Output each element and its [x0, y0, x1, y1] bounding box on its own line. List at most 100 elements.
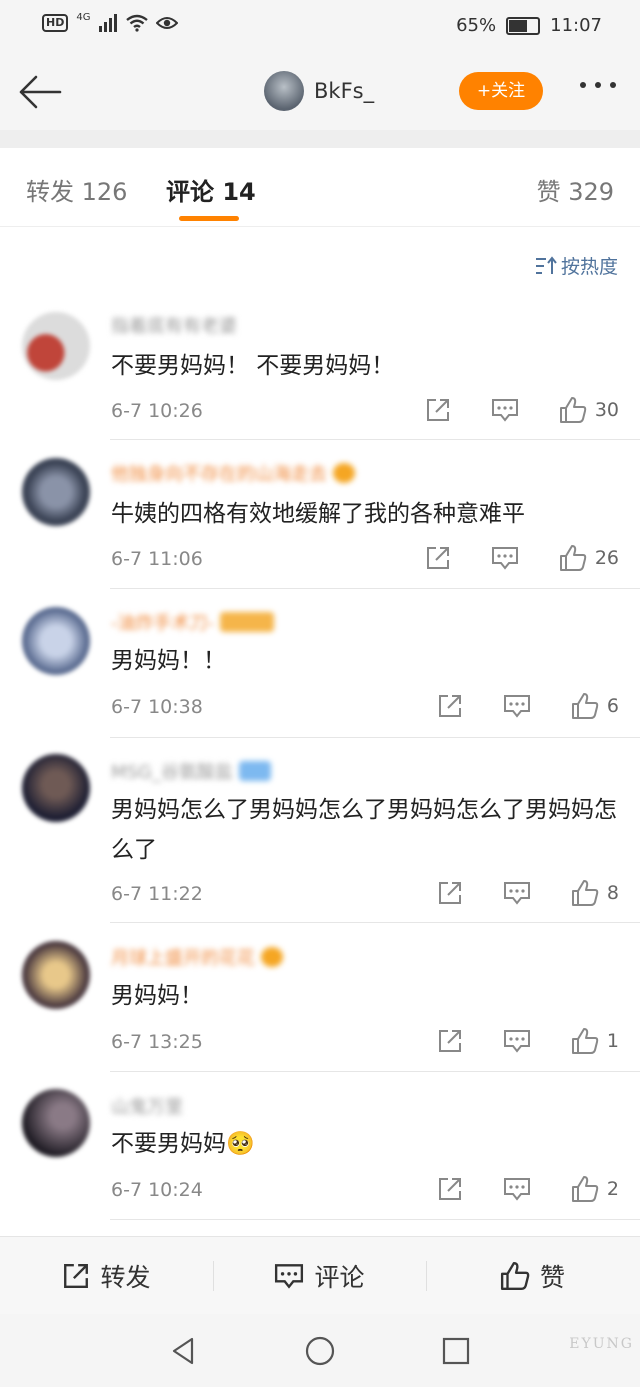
like-button[interactable]: 2: [571, 1175, 619, 1203]
reply-button[interactable]: [503, 880, 531, 906]
share-icon: [438, 1178, 461, 1200]
tab-reposts[interactable]: 转发 126: [26, 172, 127, 207]
like-count: 26: [594, 547, 619, 569]
thumbs-up-icon: [500, 1261, 530, 1291]
sort-icon: [535, 255, 557, 274]
back-button[interactable]: [18, 74, 62, 110]
clock: 11:07: [550, 15, 602, 36]
sort-by-hot-button[interactable]: 按热度: [535, 252, 618, 279]
thumbs-up-icon: [571, 1176, 599, 1202]
commenter-name[interactable]: -油炸手术刀-: [111, 609, 274, 635]
comment-icon: [503, 1030, 530, 1053]
more-dot-icon: [610, 82, 616, 88]
repost-button[interactable]: [437, 693, 463, 719]
like-button[interactable]: 8: [571, 879, 619, 907]
reply-button[interactable]: [503, 693, 531, 719]
status-bar: HD 4G 65% 11:07: [0, 0, 640, 54]
more-dot-icon: [595, 82, 601, 88]
comment-item: 他独身向不存在的山海走去 牛姨的四格有效地缓解了我的各种意难平 6-7 11:0…: [0, 454, 640, 588]
like-count: 1: [606, 1030, 619, 1052]
sort-label: 按热度: [560, 256, 618, 278]
comment-label: 评论: [314, 1263, 365, 1292]
commenter-avatar[interactable]: [22, 607, 90, 675]
commenter-name[interactable]: MSG_谷氨酸盐: [111, 758, 271, 784]
like-button[interactable]: 1: [571, 1027, 619, 1055]
battery-icon: [506, 16, 541, 35]
comment-text: 男妈妈！！: [111, 648, 226, 674]
comment-actions: 1: [397, 1027, 619, 1055]
repost-button[interactable]: [425, 397, 451, 423]
nav-back-icon[interactable]: [170, 1336, 196, 1366]
divider: [110, 588, 640, 589]
repost-label: 转发: [100, 1263, 151, 1292]
comment-text: 男妈妈怎么了男妈妈怎么了男妈妈怎么了男妈妈怎么了: [111, 797, 617, 863]
like-count: 8: [606, 882, 619, 904]
like-tab-button[interactable]: 赞: [426, 1237, 639, 1315]
comment-time: 6-7 10:24: [111, 1179, 203, 1201]
comment-actions: 6: [397, 692, 619, 720]
share-icon: [64, 1264, 89, 1288]
comment-time: 6-7 11:06: [111, 548, 203, 570]
reply-button[interactable]: [491, 397, 519, 423]
thumbs-up-icon: [559, 397, 587, 423]
system-nav-bar: [0, 1314, 640, 1387]
like-count: 30: [594, 399, 619, 421]
nav-recents-icon[interactable]: [442, 1337, 470, 1365]
comment-meta: 6-7 10:26 30: [111, 396, 623, 426]
eye-icon: [156, 17, 179, 29]
commenter-avatar[interactable]: [22, 754, 90, 822]
commenter-avatar[interactable]: [22, 312, 90, 380]
commenter-avatar[interactable]: [22, 458, 90, 526]
share-icon: [438, 1030, 461, 1052]
comment-item: -油炸手术刀- 男妈妈！！ 6-7 10:38 6: [0, 603, 640, 737]
status-left: HD 4G: [42, 12, 179, 32]
more-options-button[interactable]: [580, 82, 616, 88]
comment-text: 不要男妈妈🥺: [111, 1131, 255, 1157]
repost-button[interactable]: [437, 1028, 463, 1054]
divider: [110, 737, 640, 738]
comment-time: 6-7 11:22: [111, 883, 203, 905]
thumbs-up-icon: [571, 1028, 599, 1054]
tab-comments[interactable]: 评论 14: [166, 172, 256, 207]
author-avatar[interactable]: [264, 71, 304, 111]
comment-meta: 6-7 11:22 8: [111, 879, 623, 909]
commenter-avatar[interactable]: [22, 941, 90, 1009]
share-icon: [426, 547, 449, 569]
author-name[interactable]: BkFs_: [314, 79, 374, 103]
like-button[interactable]: 26: [559, 544, 619, 572]
repost-tab-button[interactable]: 转发: [0, 1237, 213, 1315]
bottom-action-bar: 转发 评论 赞: [0, 1236, 640, 1315]
commenter-avatar[interactable]: [22, 1089, 90, 1157]
commenter-name[interactable]: 他独身向不存在的山海走去: [111, 460, 355, 486]
signal-icon: [99, 14, 118, 32]
commenter-name[interactable]: 指着底有有老婆: [111, 312, 237, 338]
comment-item: 月球上盛开的花花 男妈妈！ 6-7 13:25 1: [0, 938, 640, 1072]
comment-time: 6-7 13:25: [111, 1031, 203, 1053]
like-button[interactable]: 30: [559, 396, 619, 424]
thumbs-up-icon: [571, 693, 599, 719]
repost-button[interactable]: [425, 545, 451, 571]
repost-button[interactable]: [437, 880, 463, 906]
nav-home-icon[interactable]: [304, 1335, 336, 1367]
battery-fill: [509, 19, 528, 32]
comment-meta: 6-7 13:25 1: [111, 1027, 623, 1057]
reply-button[interactable]: [491, 545, 519, 571]
comment-icon: [503, 1178, 530, 1201]
commenter-name[interactable]: 月球上盛开的花花: [111, 944, 283, 970]
comment-text: 男妈妈！: [111, 983, 203, 1009]
comment-tab-button[interactable]: 评论: [213, 1237, 426, 1315]
thumbs-up-icon: [571, 880, 599, 906]
divider: [110, 922, 640, 923]
top-nav: BkFs_ +关注: [0, 54, 640, 130]
follow-button[interactable]: +关注: [459, 72, 543, 110]
comment-time: 6-7 10:26: [111, 400, 203, 422]
tab-likes[interactable]: 赞 329: [537, 172, 614, 207]
vip-badge-icon: [261, 947, 283, 967]
repost-button[interactable]: [437, 1176, 463, 1202]
commenter-name[interactable]: 山鬼万里: [111, 1093, 183, 1119]
like-label: 赞: [539, 1263, 565, 1292]
author-info[interactable]: BkFs_: [264, 71, 374, 111]
reply-button[interactable]: [503, 1028, 531, 1054]
like-button[interactable]: 6: [571, 692, 619, 720]
reply-button[interactable]: [503, 1176, 531, 1202]
